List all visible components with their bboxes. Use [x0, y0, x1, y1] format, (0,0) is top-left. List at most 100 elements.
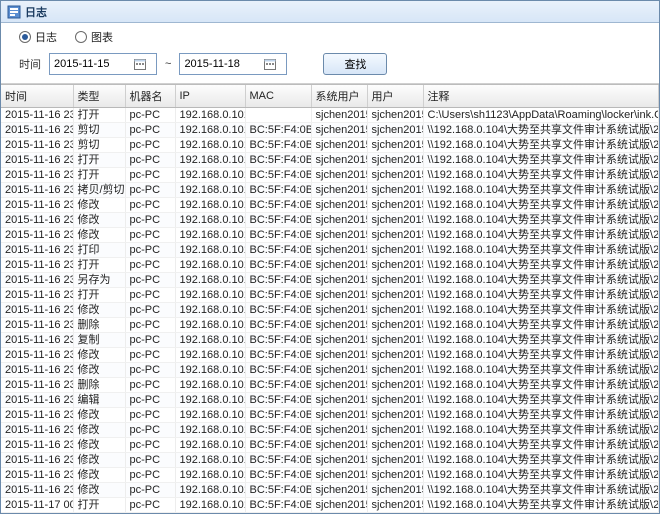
table-cell [245, 108, 311, 123]
table-cell: pc-PC [125, 318, 175, 333]
radio-log[interactable]: 日志 [19, 29, 57, 45]
table-cell: sjchen2015 [311, 198, 367, 213]
table-row[interactable]: 2015-11-16 23:..修改pc-PC192.168.0.101BC:5… [1, 348, 659, 363]
column-header[interactable]: IP [175, 85, 245, 108]
calendar-icon[interactable] [130, 54, 150, 74]
table-row[interactable]: 2015-11-16 23:..打开pc-PC192.168.0.101sjch… [1, 108, 659, 123]
table-row[interactable]: 2015-11-16 23:..编辑pc-PC192.168.0.101BC:5… [1, 393, 659, 408]
table-cell: \\192.168.0.104\大势至共享文件审计系统试版\20150526\4… [423, 408, 659, 423]
table-cell: sjchen2015 [367, 408, 423, 423]
table-row[interactable]: 2015-11-16 23:..打开pc-PC192.168.0.101BC:5… [1, 168, 659, 183]
table-row[interactable]: 2015-11-16 23:..修改pc-PC192.168.0.101BC:5… [1, 198, 659, 213]
radio-chart-label: 图表 [91, 29, 113, 45]
date-from-input[interactable] [50, 58, 130, 70]
table-cell: pc-PC [125, 393, 175, 408]
table-header-row: 时间类型机器名IPMAC系统用户用户注释 [1, 85, 659, 108]
table-cell: 192.168.0.101 [175, 123, 245, 138]
column-header[interactable]: MAC [245, 85, 311, 108]
table-cell: \\192.168.0.104\大势至共享文件审计系统试版\20150526\网… [423, 168, 659, 183]
table-cell: pc-PC [125, 438, 175, 453]
table-row[interactable]: 2015-11-16 23:..修改pc-PC192.168.0.101BC:5… [1, 213, 659, 228]
table-cell: 打开 [73, 108, 125, 123]
table-row[interactable]: 2015-11-16 23:..剪切pc-PC192.168.0.101BC:5… [1, 138, 659, 153]
table-row[interactable]: 2015-11-16 23:..修改pc-PC192.168.0.101BC:5… [1, 303, 659, 318]
table-cell: pc-PC [125, 168, 175, 183]
table-cell: \\192.168.0.104\大势至共享文件审计系统试版\20150526\副… [423, 513, 659, 514]
table-cell: sjchen2015 [311, 243, 367, 258]
table-cell: \\192.168.0.104\大势至共享文件审计系统试版\20150526\4… [423, 288, 659, 303]
table-cell: 2015-11-16 23:.. [1, 123, 73, 138]
table-cell: 2015-11-16 23:.. [1, 228, 73, 243]
table-row[interactable]: 2015-11-16 23:..修改pc-PC192.168.0.101BC:5… [1, 438, 659, 453]
table-cell: 删除 [73, 378, 125, 393]
table-cell: 192.168.0.101 [175, 393, 245, 408]
table-cell: \\192.168.0.104\大势至共享文件审计系统试版\20150526\网… [423, 213, 659, 228]
table-cell: 复制 [73, 333, 125, 348]
table-scroll[interactable]: 2015-11-16 23:..打开pc-PC192.168.0.101sjch… [1, 108, 659, 513]
table-cell: 打开 [73, 498, 125, 513]
table-row[interactable]: 2015-11-16 23:..另存为pc-PC192.168.0.101BC:… [1, 273, 659, 288]
table-cell: 192.168.0.101 [175, 138, 245, 153]
table-cell: BC:5F:F4:0B:C... [245, 378, 311, 393]
table-row[interactable]: 2015-11-16 23:..修改pc-PC192.168.0.101BC:5… [1, 363, 659, 378]
table-cell: sjchen2015 [367, 153, 423, 168]
table-cell: sjchen2015 [367, 108, 423, 123]
table-row[interactable]: 2015-11-16 23:..打开pc-PC192.168.0.101BC:5… [1, 153, 659, 168]
table-cell: pc-PC [125, 228, 175, 243]
table-row[interactable]: 2015-11-16 23:..拷贝/剪切内容pc-PC192.168.0.10… [1, 183, 659, 198]
column-header[interactable]: 机器名 [125, 85, 175, 108]
column-header[interactable]: 系统用户 [311, 85, 367, 108]
table-row[interactable]: 2015-11-17 00:..打开pc-PC192.168.0.101BC:5… [1, 498, 659, 513]
column-header[interactable]: 类型 [73, 85, 125, 108]
table-cell: 2015-11-16 23:.. [1, 378, 73, 393]
table-cell: sjchen2015 [367, 438, 423, 453]
table-cell: 192.168.0.101 [175, 378, 245, 393]
table-row[interactable]: 2015-11-16 23:..打印pc-PC192.168.0.101BC:5… [1, 243, 659, 258]
table-cell: \\192.168.0.104\大势至共享文件审计系统试版\20150526\4… [423, 318, 659, 333]
table-cell: 192.168.0.101 [175, 438, 245, 453]
table-row[interactable]: 2015-11-16 23:..打开pc-PC192.168.0.101BC:5… [1, 288, 659, 303]
table-row[interactable]: 2015-11-16 23:..修改pc-PC192.168.0.101BC:5… [1, 228, 659, 243]
table-cell: sjchen2015 [311, 153, 367, 168]
table-cell: pc-PC [125, 213, 175, 228]
table-row[interactable]: 2015-11-16 23:..剪切pc-PC192.168.0.101BC:5… [1, 123, 659, 138]
column-header[interactable]: 用户 [367, 85, 423, 108]
table-cell: \\192.168.0.104\大势至共享文件审计系统试版\20150526\y… [423, 348, 659, 363]
table-cell: pc-PC [125, 198, 175, 213]
calendar-icon[interactable] [260, 54, 280, 74]
column-header[interactable]: 时间 [1, 85, 73, 108]
table-row[interactable]: 2015-11-17 00:..修改pc-PC192.168.0.101BC:5… [1, 513, 659, 514]
table-cell: sjchen2015 [311, 468, 367, 483]
table-cell: 2015-11-16 23:.. [1, 468, 73, 483]
table-row[interactable]: 2015-11-16 23:..修改pc-PC192.168.0.101BC:5… [1, 408, 659, 423]
date-from-box[interactable] [49, 53, 157, 75]
table-cell: 修改 [73, 213, 125, 228]
table-cell: 2015-11-16 23:.. [1, 258, 73, 273]
log-window: 日志 日志 图表 时间 ~ 查找 [0, 0, 660, 514]
table-cell: 2015-11-16 23:.. [1, 153, 73, 168]
column-header[interactable]: 注释 [423, 85, 659, 108]
table-row[interactable]: 2015-11-16 23:..修改pc-PC192.168.0.101BC:5… [1, 483, 659, 498]
table-row[interactable]: 2015-11-16 23:..删除pc-PC192.168.0.101BC:5… [1, 378, 659, 393]
table-cell: 打印 [73, 243, 125, 258]
date-to-box[interactable] [179, 53, 287, 75]
table-row[interactable]: 2015-11-16 23:..复制pc-PC192.168.0.101BC:5… [1, 333, 659, 348]
table-row[interactable]: 2015-11-16 23:..删除pc-PC192.168.0.101BC:5… [1, 318, 659, 333]
table-cell: sjchen2015 [311, 123, 367, 138]
table-row[interactable]: 2015-11-16 23:..打开pc-PC192.168.0.101BC:5… [1, 258, 659, 273]
table-row[interactable]: 2015-11-16 23:..修改pc-PC192.168.0.101BC:5… [1, 468, 659, 483]
table-cell: sjchen2015 [311, 348, 367, 363]
table-cell: 2015-11-16 23:.. [1, 198, 73, 213]
window-title: 日志 [25, 4, 47, 20]
table-cell: 2015-11-16 23:.. [1, 183, 73, 198]
table-row[interactable]: 2015-11-16 23:..修改pc-PC192.168.0.101BC:5… [1, 453, 659, 468]
table-cell: BC:5F:F4:0B:C... [245, 513, 311, 514]
table-cell: 192.168.0.101 [175, 468, 245, 483]
table-cell: 2015-11-16 23:.. [1, 168, 73, 183]
table-cell: sjchen2015 [367, 273, 423, 288]
search-button[interactable]: 查找 [323, 53, 387, 75]
table-cell: \\192.168.0.104\大势至共享文件审计系统试版\20150526\网… [423, 198, 659, 213]
radio-chart[interactable]: 图表 [75, 29, 113, 45]
date-to-input[interactable] [180, 58, 260, 70]
table-row[interactable]: 2015-11-16 23:..修改pc-PC192.168.0.101BC:5… [1, 423, 659, 438]
